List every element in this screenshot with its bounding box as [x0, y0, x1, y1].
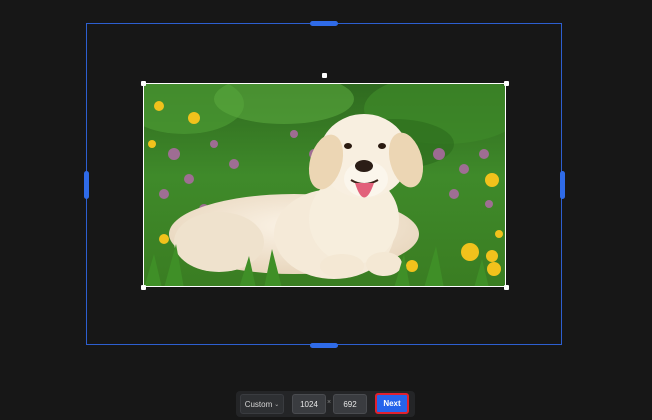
rotate-handle[interactable]: [322, 73, 327, 78]
resize-handle-top-left[interactable]: [141, 81, 146, 86]
dog-photo-illustration: [144, 84, 505, 286]
crop-handle-left[interactable]: [84, 171, 89, 199]
crop-handle-right[interactable]: [560, 171, 565, 199]
dimension-separator: ×: [327, 399, 332, 406]
dog-photo[interactable]: [143, 83, 506, 287]
preset-select[interactable]: Custom ⌄: [240, 394, 284, 414]
width-input[interactable]: [292, 394, 326, 414]
chevron-down-icon: ⌄: [274, 401, 280, 408]
crop-handle-bottom[interactable]: [310, 343, 338, 348]
crop-canvas: Custom ⌄ × Next: [0, 0, 652, 420]
next-button[interactable]: Next: [375, 393, 409, 414]
resize-handle-bottom-right[interactable]: [504, 285, 509, 290]
crop-handle-top[interactable]: [310, 21, 338, 26]
height-input[interactable]: [333, 394, 367, 414]
resize-handle-bottom-left[interactable]: [141, 285, 146, 290]
preset-label: Custom: [244, 399, 273, 409]
resize-handle-top-right[interactable]: [504, 81, 509, 86]
